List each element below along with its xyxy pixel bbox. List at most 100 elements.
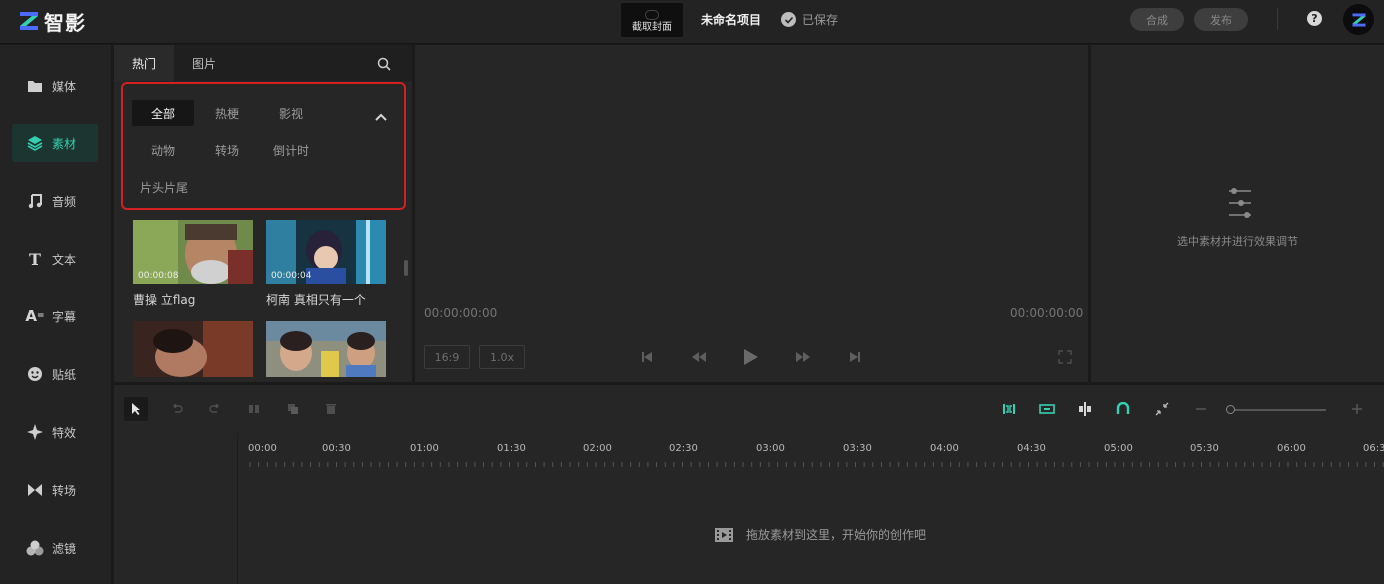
fit-clip-icon[interactable] xyxy=(1035,397,1059,421)
zoom-slider[interactable] xyxy=(1228,409,1326,411)
film-clip-icon xyxy=(715,527,733,542)
drop-zone-hint: 拖放素材到这里，开始你的创作吧 xyxy=(714,526,926,543)
sidebar-item-sticker[interactable]: 贴纸 xyxy=(12,355,98,393)
material-thumbnail[interactable] xyxy=(266,321,386,377)
category-animals[interactable]: 动物 xyxy=(132,137,194,163)
capture-cover-label: 截取封面 xyxy=(632,22,672,33)
tick-label: 03:30 xyxy=(843,443,872,454)
category-memes[interactable]: 热梗 xyxy=(196,100,258,126)
delete-icon[interactable] xyxy=(319,397,343,421)
zoom-out-icon[interactable] xyxy=(1189,397,1213,421)
sidebar-item-text[interactable]: T 文本 xyxy=(12,240,98,278)
magnet-snap-icon[interactable] xyxy=(1111,397,1135,421)
sidebar-item-media[interactable]: 媒体 xyxy=(12,67,98,105)
zoom-in-icon[interactable] xyxy=(1345,397,1369,421)
sidebar-item-effects[interactable]: 特效 xyxy=(12,413,98,451)
tick-label: 03:00 xyxy=(756,443,785,454)
chevron-up-icon[interactable] xyxy=(375,112,387,122)
undo-icon[interactable] xyxy=(165,397,189,421)
category-filter-box: 全部 热梗 影视 动物 转场 倒计时 片头片尾 xyxy=(121,82,406,210)
tick-label: 00:30 xyxy=(322,443,351,454)
timeline-track-area[interactable]: 00:00 00:30 01:00 01:30 02:00 02:30 03:0… xyxy=(238,433,1384,584)
category-all[interactable]: 全部 xyxy=(132,100,194,126)
sidebar-item-label: 音频 xyxy=(52,194,77,209)
category-intro-outro[interactable]: 片头片尾 xyxy=(132,174,196,200)
aspect-ratio-button[interactable]: 16:9 xyxy=(424,345,470,369)
zoom-slider-knob[interactable] xyxy=(1226,405,1235,414)
sidebar: 媒体 素材 音频 T 文本 A = 字幕 贴纸 特效 转场 滤镜 xyxy=(0,45,111,584)
tab-hot[interactable]: 热门 xyxy=(114,45,174,81)
material-thumbnail[interactable]: 00:00:04 xyxy=(266,220,386,284)
tick-label: 06:3 xyxy=(1363,443,1384,454)
compose-button[interactable]: 合成 xyxy=(1130,8,1184,31)
material-title: 柯南 真相只有一个 xyxy=(266,293,366,307)
collapse-arrows-icon[interactable] xyxy=(1150,397,1174,421)
category-film[interactable]: 影视 xyxy=(260,100,322,126)
project-name[interactable]: 未命名项目 xyxy=(701,11,761,28)
app-logo: 智影 xyxy=(18,7,86,35)
search-icon[interactable] xyxy=(377,57,391,71)
filter-icon xyxy=(26,539,44,557)
sidebar-item-label: 字幕 xyxy=(52,309,77,324)
zhiying-logo-icon xyxy=(20,12,38,30)
tick-label: 05:00 xyxy=(1104,443,1133,454)
music-note-icon xyxy=(26,192,44,210)
tick-label: 01:00 xyxy=(410,443,439,454)
camera-icon xyxy=(645,10,659,20)
sidebar-item-label: 媒体 xyxy=(52,79,77,94)
text-icon: T xyxy=(29,249,41,269)
tab-images[interactable]: 图片 xyxy=(174,45,234,81)
sidebar-item-label: 贴纸 xyxy=(52,367,77,382)
sidebar-item-subtitle[interactable]: A = 字幕 xyxy=(12,297,98,335)
capture-cover-button[interactable]: 截取封面 xyxy=(621,3,683,37)
tick-label: 04:00 xyxy=(930,443,959,454)
material-thumbnail[interactable]: 00:00:08 xyxy=(133,220,253,284)
tick-label: 00:00 xyxy=(248,443,277,454)
tick-label: 02:00 xyxy=(583,443,612,454)
avatar-logo-icon xyxy=(1351,12,1366,27)
fullscreen-icon[interactable] xyxy=(1058,350,1072,364)
sidebar-item-label: 素材 xyxy=(52,136,77,151)
publish-button[interactable]: 发布 xyxy=(1194,8,1248,31)
tick-label: 05:30 xyxy=(1190,443,1219,454)
tick-label: 06:00 xyxy=(1277,443,1306,454)
skip-start-icon[interactable] xyxy=(636,346,658,368)
subtitle-icon: A = xyxy=(25,307,45,325)
layers-icon xyxy=(26,134,44,152)
skip-end-icon[interactable] xyxy=(844,346,866,368)
help-icon[interactable]: ? xyxy=(1307,11,1322,26)
trim-clip-icon[interactable] xyxy=(997,397,1021,421)
adjust-sliders-icon xyxy=(1229,188,1251,218)
drop-zone-hint-text: 拖放素材到这里，开始你的创作吧 xyxy=(746,528,927,542)
top-bar: 智影 截取封面 未命名项目 已保存 合成 发布 ? xyxy=(0,0,1384,44)
redo-icon[interactable] xyxy=(203,397,227,421)
rewind-icon[interactable] xyxy=(688,346,710,368)
sidebar-item-materials[interactable]: 素材 xyxy=(12,124,98,162)
playback-speed-button[interactable]: 1.0x xyxy=(479,345,525,369)
sidebar-item-filter[interactable]: 滤镜 xyxy=(12,529,98,567)
sidebar-item-transition[interactable]: 转场 xyxy=(12,471,98,509)
sidebar-item-audio[interactable]: 音频 xyxy=(12,182,98,220)
sparkle-icon xyxy=(26,423,44,441)
category-countdown[interactable]: 倒计时 xyxy=(260,137,322,163)
duration-label: 00:00:04 xyxy=(271,271,312,281)
select-tool-icon[interactable] xyxy=(124,397,148,421)
avatar[interactable] xyxy=(1343,4,1374,35)
materials-scrollbar[interactable] xyxy=(404,260,408,276)
tick-label: 01:30 xyxy=(497,443,526,454)
freeze-frame-icon[interactable] xyxy=(1073,397,1097,421)
time-ruler: 00:00 00:30 01:00 01:30 02:00 02:30 03:0… xyxy=(238,443,1384,473)
sidebar-item-label: 滤镜 xyxy=(52,541,77,556)
timeline-panel: 00:00 00:30 01:00 01:30 02:00 02:30 03:0… xyxy=(114,385,1384,584)
play-icon[interactable] xyxy=(740,346,762,368)
fast-forward-icon[interactable] xyxy=(792,346,814,368)
category-transition[interactable]: 转场 xyxy=(196,137,258,163)
sidebar-item-label: 特效 xyxy=(52,425,77,440)
thumbnail-image xyxy=(266,321,386,377)
copy-icon[interactable] xyxy=(281,397,305,421)
split-icon[interactable] xyxy=(242,397,266,421)
track-header-column xyxy=(114,433,238,584)
material-thumbnail[interactable] xyxy=(133,321,253,377)
tick-label: 02:30 xyxy=(669,443,698,454)
sticker-icon xyxy=(26,365,44,383)
